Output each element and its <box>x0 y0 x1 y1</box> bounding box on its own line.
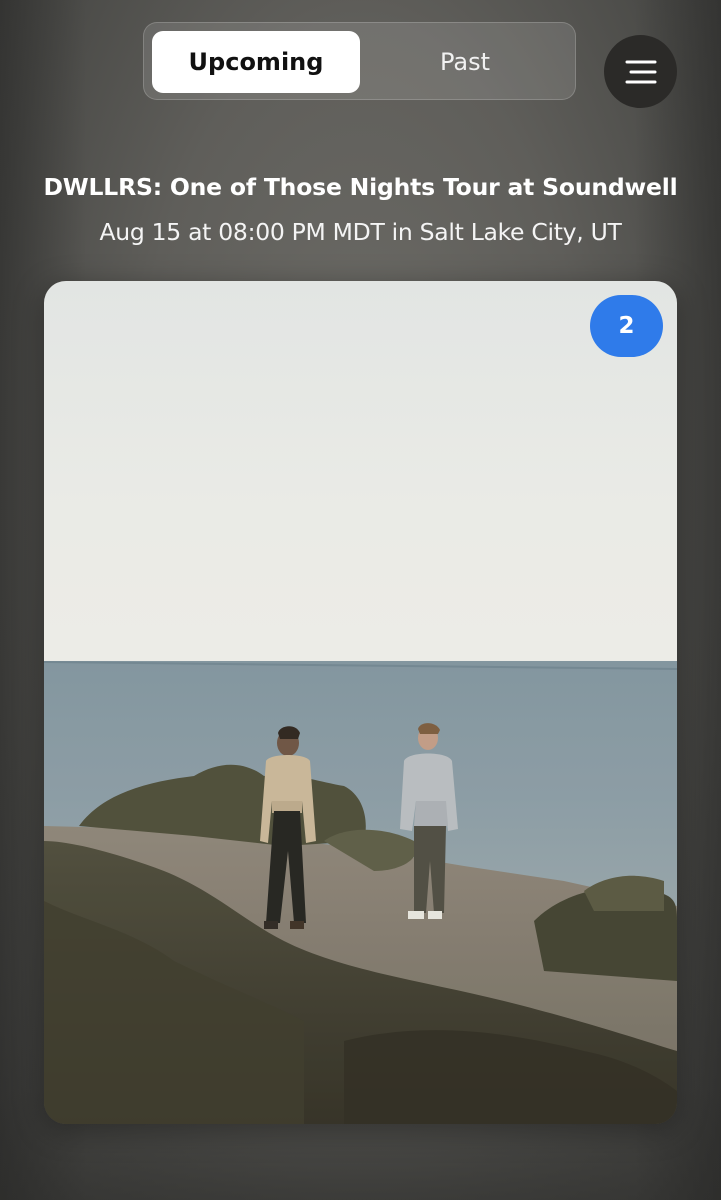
event-date-location: Aug 15 at 08:00 PM MDT in Salt Lake City… <box>99 218 622 246</box>
event-photo-card[interactable] <box>44 281 677 1124</box>
tab-upcoming-label: Upcoming <box>188 48 324 76</box>
tab-past[interactable]: Past <box>361 31 569 93</box>
tab-upcoming[interactable]: Upcoming <box>152 31 360 93</box>
tab-past-label: Past <box>439 48 490 76</box>
menu-button[interactable] <box>604 35 677 108</box>
photo-count-badge[interactable]: 2 <box>590 295 663 357</box>
event-photo <box>44 281 677 1124</box>
hamburger-menu-icon <box>625 60 656 83</box>
upcoming-past-toggle: Upcoming Past <box>143 22 576 100</box>
event-title: DWLLRS: One of Those Nights Tour at Soun… <box>43 173 678 201</box>
